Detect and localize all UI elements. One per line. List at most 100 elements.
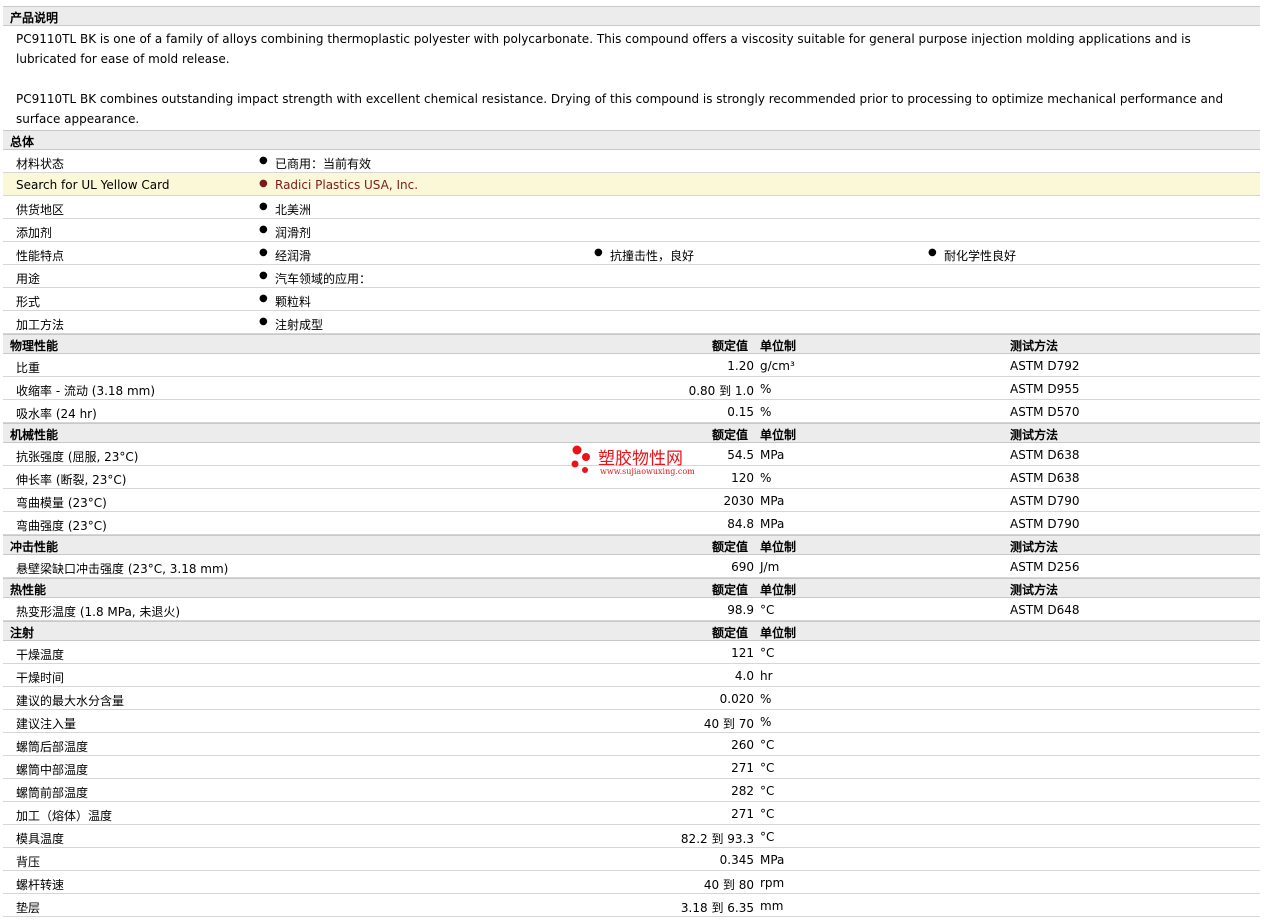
row-value: 0.345 xyxy=(719,853,754,867)
physical-row: 比重 1.20 g/cm³ ASTM D792 xyxy=(3,354,1260,377)
row-unit: °C xyxy=(760,784,775,798)
thermal-row: 热变形温度 (1.8 MPa, 未退火) 98.9 °C ASTM D648 xyxy=(3,598,1260,621)
row-unit: % xyxy=(760,405,772,419)
row-method: ASTM D955 xyxy=(1010,382,1080,396)
ul-yellow-card-link[interactable]: Search for UL Yellow Card xyxy=(16,178,169,192)
row-value: 121 xyxy=(731,646,754,660)
row-value: 颗粒料 xyxy=(259,293,311,310)
row-value: 0.020 xyxy=(719,692,754,706)
row-unit: mm xyxy=(760,899,784,913)
row-label: 吸水率 (24 hr) xyxy=(16,407,97,421)
row-value: 40 到 80 xyxy=(703,878,754,892)
row-unit: °C xyxy=(760,761,775,775)
section-header-impact: 冲击性能 额定值 单位制 测试方法 xyxy=(3,535,1260,555)
row-unit: g/cm³ xyxy=(760,359,795,373)
row-unit: °C xyxy=(760,603,775,617)
row-value: 北美洲 xyxy=(259,201,311,218)
header-method: 测试方法 xyxy=(1010,583,1059,597)
header-method: 测试方法 xyxy=(1010,428,1059,442)
row-unit: MPa xyxy=(760,853,785,867)
row-label: 干燥温度 xyxy=(16,648,65,662)
datasheet-page: 产品说明 PC9110TL BK is one of a family of al… xyxy=(0,0,1264,921)
row-label: 螺筒中部温度 xyxy=(16,763,89,777)
row-unit: % xyxy=(760,382,772,396)
row-value: 注射成型 xyxy=(259,316,323,333)
section-header-description: 产品说明 xyxy=(3,6,1260,26)
section-title: 热性能 xyxy=(10,583,47,597)
row-value: 2030 xyxy=(723,494,754,508)
header-unit: 单位制 xyxy=(760,428,797,442)
row-method: ASTM D792 xyxy=(1010,359,1080,373)
description-paragraph-1: PC9110TL BK is one of a family of alloys… xyxy=(16,32,1191,66)
general-row: 性能特点 经润滑 抗撞击性，良好 耐化学性良好 xyxy=(3,242,1260,265)
row-unit: °C xyxy=(760,830,775,844)
row-method: ASTM D638 xyxy=(1010,471,1080,485)
row-label: 弯曲强度 (23°C) xyxy=(16,519,107,533)
physical-row: 收缩率 - 流动 (3.18 mm) 0.80 到 1.0% ASTM D955 xyxy=(3,377,1260,400)
physical-row: 吸水率 (24 hr) 0.15% ASTM D570 xyxy=(3,400,1260,423)
row-value: 0.15 xyxy=(727,405,754,419)
row-label: 建议的最大水分含量 xyxy=(16,694,125,708)
injection-row: 干燥温度 121 °C xyxy=(3,641,1260,664)
row-method: ASTM D256 xyxy=(1010,560,1080,574)
section-title: 冲击性能 xyxy=(10,540,59,554)
row-value: 经润滑 xyxy=(259,247,311,264)
section-header-thermal: 热性能 额定值 单位制 测试方法 xyxy=(3,578,1260,598)
row-unit: MPa xyxy=(760,448,785,462)
row-unit: % xyxy=(760,471,772,485)
row-label: 悬壁梁缺口冲击强度 (23°C, 3.18 mm) xyxy=(16,562,229,576)
row-value: 0.80 到 1.0 xyxy=(688,384,754,398)
watermark-name: 塑胶物性网 xyxy=(598,449,683,469)
header-method: 测试方法 xyxy=(1010,339,1059,353)
row-unit: MPa xyxy=(760,517,785,531)
row-value: 82.2 到 93.3 xyxy=(680,832,754,846)
row-method: ASTM D638 xyxy=(1010,448,1080,462)
injection-row: 建议的最大水分含量 0.020% xyxy=(3,687,1260,710)
general-row: 供货地区 北美洲 xyxy=(3,196,1260,219)
row-label: 性能特点 xyxy=(16,249,65,263)
header-method: 测试方法 xyxy=(1010,540,1059,554)
row-label: 收缩率 - 流动 (3.18 mm) xyxy=(16,384,156,398)
injection-row: 加工（熔体）温度 271 °C xyxy=(3,802,1260,825)
row-unit: J/m xyxy=(760,560,780,574)
row-unit: MPa xyxy=(760,494,785,508)
row-label: 干燥时间 xyxy=(16,671,65,685)
injection-row: 螺杆转速 40 到 80 rpm xyxy=(3,871,1260,894)
general-row: 添加剂 润滑剂 xyxy=(3,219,1260,242)
general-row: 用途 汽车领域的应用： xyxy=(3,265,1260,288)
row-value: 4.0 xyxy=(734,669,754,683)
injection-row: 螺筒前部温度 282 °C xyxy=(3,779,1260,802)
injection-row: 背压 0.345 MPa xyxy=(3,848,1260,871)
row-value: 84.8 xyxy=(727,517,754,531)
header-value: 额定值 xyxy=(712,626,749,640)
row-method: ASTM D790 xyxy=(1010,517,1080,531)
header-unit: 单位制 xyxy=(760,583,797,597)
section-header-mechanical: 机械性能 额定值 单位制 测试方法 xyxy=(3,423,1260,443)
row-value: 40 到 70 xyxy=(703,717,754,731)
description-paragraph-2: PC9110TL BK combines outstanding impact … xyxy=(16,92,1224,126)
row-value: 3.18 到 6.35 xyxy=(680,901,754,915)
row-value: 54.5 xyxy=(727,448,754,462)
row-label: 加工（熔体）温度 xyxy=(16,809,113,823)
row-label: 建议注入量 xyxy=(16,717,77,731)
supplier-link[interactable]: Radici Plastics USA, Inc. xyxy=(259,178,418,192)
row-value: 耐化学性良好 xyxy=(928,247,1016,264)
row-value: 润滑剂 xyxy=(259,224,311,241)
row-label: 背压 xyxy=(16,855,41,869)
row-label: 弯曲模量 (23°C) xyxy=(16,496,107,510)
section-title: 机械性能 xyxy=(10,428,59,442)
row-label: 材料状态 xyxy=(16,157,65,171)
general-row[interactable]: Search for UL Yellow Card Radici Plastics… xyxy=(3,173,1260,196)
injection-row: 螺筒后部温度 260 °C xyxy=(3,733,1260,756)
row-label: 抗张强度 (屈服, 23°C) xyxy=(16,450,139,464)
injection-row: 建议注入量 40 到 70% xyxy=(3,710,1260,733)
section-header-physical: 物理性能 额定值 单位制 测试方法 xyxy=(3,334,1260,354)
general-row: 形式 颗粒料 xyxy=(3,288,1260,311)
row-value: 690 xyxy=(731,560,754,574)
row-label: 模具温度 xyxy=(16,832,65,846)
row-unit: rpm xyxy=(760,876,785,890)
row-value: 260 xyxy=(731,738,754,752)
row-label: 添加剂 xyxy=(16,226,53,240)
header-value: 额定值 xyxy=(712,583,749,597)
section-title: 注射 xyxy=(10,626,35,640)
